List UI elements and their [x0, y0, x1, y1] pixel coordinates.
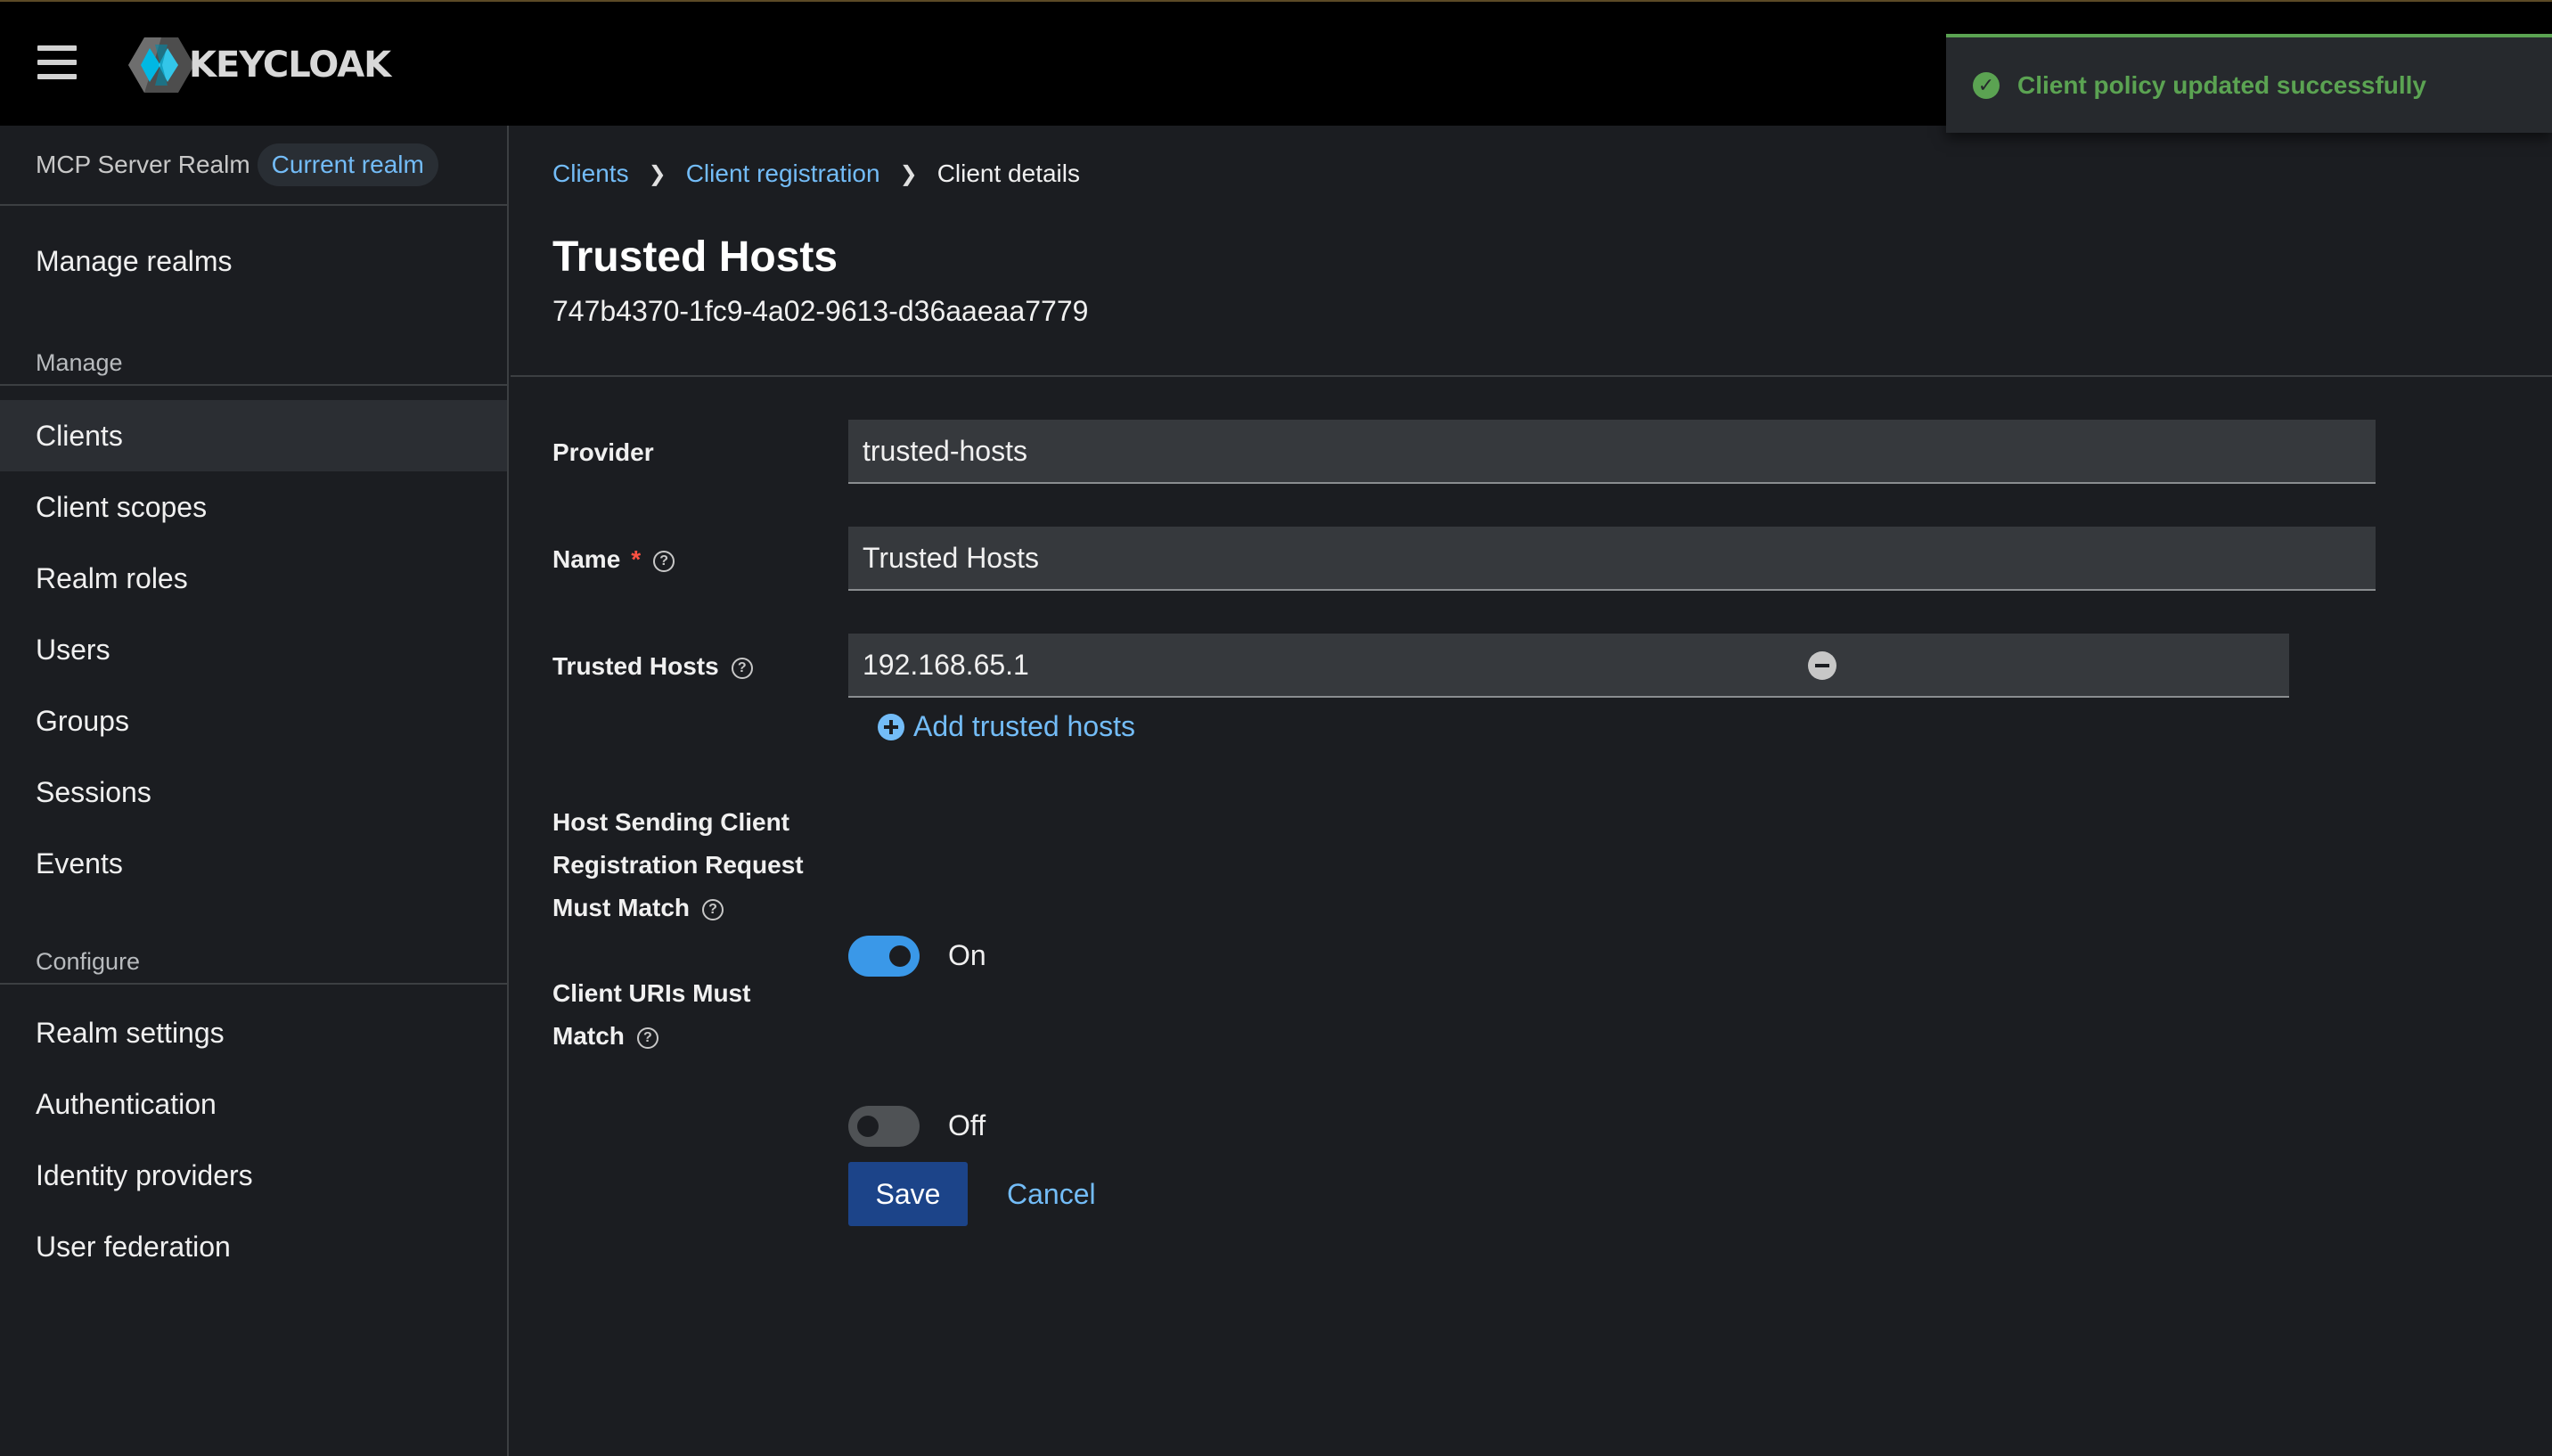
client-uris-label: Client URIs Must Match?	[552, 972, 750, 1058]
toggle-knob	[857, 1116, 879, 1137]
help-icon[interactable]: ?	[653, 550, 675, 572]
sidebar-item-authentication[interactable]: Authentication	[0, 1068, 507, 1140]
name-label-text: Name	[552, 545, 621, 573]
sidebar-group-configure: Configure	[36, 948, 141, 975]
sidebar: MCP Server Realm Current realm Manage re…	[0, 126, 509, 1456]
add-trusted-hosts-label: Add trusted hosts	[913, 710, 1136, 742]
page-subtitle: 747b4370-1fc9-4a02-9613-d36aaeaa7779	[552, 295, 1089, 327]
host-sending-label-line-1: Host Sending Client	[552, 808, 789, 836]
toast-message: Client policy updated successfully	[2017, 70, 2427, 99]
trusted-hosts-label: Trusted Hosts?	[552, 645, 753, 688]
host-sending-label: Host Sending Client Registration Request…	[552, 801, 804, 929]
sidebar-item-identity-providers[interactable]: Identity providers	[0, 1140, 507, 1211]
sidebar-item-realm-settings[interactable]: Realm settings	[0, 997, 507, 1068]
required-indicator: *	[631, 545, 642, 573]
realm-name: MCP Server Realm	[36, 151, 250, 178]
host-sending-state: On	[948, 939, 986, 971]
host-sending-toggle[interactable]	[848, 936, 920, 977]
help-icon[interactable]: ?	[636, 1027, 658, 1049]
name-label-row: Name *?	[552, 538, 675, 581]
page-title: Trusted Hosts	[552, 233, 838, 281]
keycloak-logo[interactable]: KEYCLOAK	[128, 36, 391, 94]
sidebar-item-events[interactable]: Events	[0, 828, 507, 899]
success-toast: ✓ Client policy updated successfully	[1946, 34, 2552, 133]
check-circle-icon: ✓	[1973, 71, 2000, 99]
toggle-knob	[889, 945, 911, 967]
sidebar-item-realm-roles[interactable]: Realm roles	[0, 543, 507, 614]
help-icon[interactable]: ?	[702, 898, 724, 920]
name-input[interactable]	[848, 527, 2376, 591]
host-sending-label-line-3: Must Match	[552, 894, 690, 921]
header-divider	[511, 375, 2552, 377]
breadcrumb: Clients ❯ Client registration ❯ Client d…	[552, 160, 1080, 188]
help-icon[interactable]: ?	[731, 657, 753, 679]
trusted-hosts-input[interactable]	[848, 634, 2289, 698]
breadcrumb-clients[interactable]: Clients	[552, 160, 629, 188]
sidebar-item-client-scopes[interactable]: Client scopes	[0, 471, 507, 543]
sidebar-item-clients[interactable]: Clients	[0, 400, 507, 471]
plus-circle-icon	[878, 713, 904, 740]
main-content: Clients ❯ Client registration ❯ Client d…	[511, 126, 2552, 1456]
client-uris-state: Off	[948, 1109, 986, 1141]
add-trusted-hosts-link[interactable]: Add trusted hosts	[878, 710, 1135, 743]
current-realm-badge: Current realm	[257, 143, 438, 186]
chevron-right-icon: ❯	[899, 161, 918, 186]
remove-host-icon[interactable]	[1808, 651, 1836, 680]
sidebar-item-user-federation[interactable]: User federation	[0, 1211, 507, 1282]
trusted-hosts-label-text: Trusted Hosts	[552, 652, 719, 680]
client-uris-toggle[interactable]	[848, 1106, 920, 1147]
provider-input[interactable]	[848, 420, 2376, 484]
client-uris-label-line-2: Match	[552, 1022, 625, 1050]
cancel-button[interactable]: Cancel	[1000, 1162, 1103, 1226]
breadcrumb-current: Client details	[937, 160, 1080, 187]
host-sending-label-line-2: Registration Request	[552, 851, 804, 879]
save-button[interactable]: Save	[848, 1162, 968, 1226]
provider-label-text: Provider	[552, 438, 654, 466]
logo-text: KEYCLOAK	[189, 45, 391, 86]
keycloak-logo-icon	[128, 37, 194, 93]
sidebar-item-groups[interactable]: Groups	[0, 685, 507, 757]
hamburger-icon[interactable]	[37, 45, 77, 79]
chevron-right-icon: ❯	[648, 161, 667, 186]
breadcrumb-client-registration[interactable]: Client registration	[686, 160, 880, 188]
sidebar-item-users[interactable]: Users	[0, 614, 507, 685]
client-uris-label-line-1: Client URIs Must	[552, 979, 751, 1007]
sidebar-group-manage: Manage	[36, 349, 123, 376]
realm-selector[interactable]: MCP Server Realm Current realm	[0, 126, 507, 206]
sidebar-item-manage-realms[interactable]: Manage realms	[0, 225, 507, 297]
provider-label: Provider	[552, 431, 654, 474]
sidebar-item-sessions[interactable]: Sessions	[0, 757, 507, 828]
